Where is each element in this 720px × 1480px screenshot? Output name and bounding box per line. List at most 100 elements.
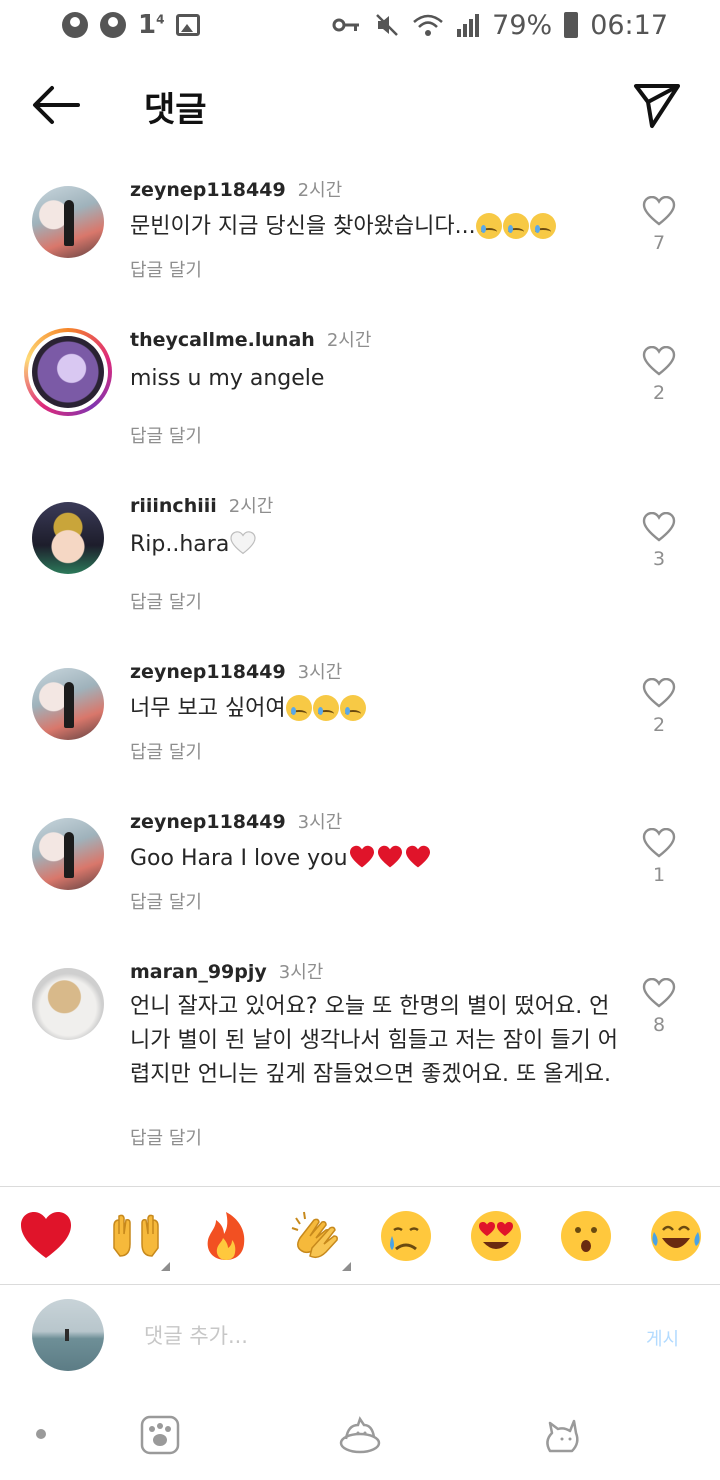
comment-text: 문빈이가 지금 당신을 찾아왔습니다... xyxy=(130,210,630,244)
mute-icon xyxy=(376,14,399,36)
crying-face-icon xyxy=(475,213,502,239)
avatar-story-ring[interactable] xyxy=(24,328,112,416)
comment-meta: zeynep118449 3시간 xyxy=(130,808,342,834)
emoji-reaction-bar xyxy=(0,1188,720,1284)
comment-text: 언니 잘자고 있어요? 오늘 또 한명의 별이 떴어요. 언니가 별이 된 날이… xyxy=(130,994,618,1087)
red-heart-icon xyxy=(405,845,430,868)
username[interactable]: zeynep118449 xyxy=(130,811,286,833)
heart-eyes-face-icon[interactable] xyxy=(468,1208,524,1264)
nav-dot[interactable] xyxy=(36,1429,46,1439)
like-area: 2 xyxy=(640,346,678,404)
comment-time: 2시간 xyxy=(326,330,372,351)
fire-icon[interactable] xyxy=(198,1208,254,1264)
comment-meta: riiinchiii 2시간 xyxy=(130,492,273,518)
system-nav-bar xyxy=(0,1395,720,1475)
avatar[interactable] xyxy=(32,818,104,890)
current-user-avatar xyxy=(32,1299,104,1371)
battery-icon xyxy=(564,12,579,38)
heart-icon[interactable] xyxy=(642,978,676,1008)
like-area: 7 xyxy=(640,196,678,254)
divider xyxy=(0,1186,720,1187)
username[interactable]: zeynep118449 xyxy=(130,179,286,201)
reply-button[interactable]: 답글 달기 xyxy=(130,588,202,614)
reply-button[interactable]: 답글 달기 xyxy=(130,256,202,282)
paw-icon[interactable] xyxy=(138,1413,182,1457)
comment-time: 3시간 xyxy=(278,962,324,983)
heart-icon[interactable] xyxy=(642,828,676,858)
comment-text: Rip..hara xyxy=(130,528,630,562)
comment-time: 2시간 xyxy=(297,180,343,201)
wifi-icon xyxy=(413,14,443,36)
gallery-icon xyxy=(176,14,201,36)
cat-icon[interactable] xyxy=(540,1413,584,1457)
red-heart-icon[interactable] xyxy=(18,1208,74,1264)
notification-count: 14 xyxy=(138,10,165,40)
reply-button[interactable]: 답글 달기 xyxy=(130,422,202,448)
battery-percent: 79% xyxy=(492,9,553,41)
surprised-face-icon[interactable] xyxy=(558,1208,614,1264)
send-icon[interactable] xyxy=(632,80,682,130)
status-bar: 14 79% 06:17 xyxy=(0,0,720,50)
heart-icon[interactable] xyxy=(642,196,676,226)
like-area: 8 xyxy=(640,978,678,1036)
reply-button[interactable]: 답글 달기 xyxy=(130,1124,202,1150)
signal-icon xyxy=(457,14,480,37)
username[interactable]: zeynep118449 xyxy=(130,661,286,683)
account-icon xyxy=(62,12,88,38)
crying-face-icon xyxy=(312,695,339,721)
comment-input-row: 게시 xyxy=(0,1285,720,1385)
avatar[interactable] xyxy=(32,186,104,258)
like-count: 2 xyxy=(652,382,666,404)
crying-face-icon[interactable] xyxy=(378,1208,434,1264)
like-count: 2 xyxy=(652,714,666,736)
avatar[interactable] xyxy=(32,968,104,1040)
comment-meta: maran_99pjy 3시간 xyxy=(130,958,323,984)
comment-input[interactable] xyxy=(144,1319,584,1353)
avatar xyxy=(32,336,104,408)
username[interactable]: maran_99pjy xyxy=(130,961,267,983)
status-right: 79% 06:17 xyxy=(332,10,668,41)
comment-text: miss u my angele xyxy=(130,366,325,391)
crying-face-icon xyxy=(502,213,529,239)
reply-button[interactable]: 답글 달기 xyxy=(130,888,202,914)
status-left: 14 xyxy=(62,10,201,40)
avatar[interactable] xyxy=(32,502,104,574)
clock: 06:17 xyxy=(590,9,668,41)
comment-meta: zeynep118449 3시간 xyxy=(130,658,342,684)
like-area: 2 xyxy=(640,678,678,736)
tears-of-joy-face-icon[interactable] xyxy=(648,1208,704,1264)
crying-face-icon xyxy=(285,695,312,721)
red-heart-icon xyxy=(377,845,402,868)
comment-text: Goo Hara I love you xyxy=(130,842,630,876)
comment-time: 3시간 xyxy=(297,812,343,833)
page-title: 댓글 xyxy=(144,90,207,130)
reply-button[interactable]: 답글 달기 xyxy=(130,738,202,764)
heart-icon[interactable] xyxy=(642,678,676,708)
header: 댓글 xyxy=(0,60,720,150)
red-heart-icon xyxy=(349,845,374,868)
cat-bed-icon[interactable] xyxy=(338,1413,382,1457)
raising-hands-icon[interactable] xyxy=(108,1208,164,1264)
heart-icon[interactable] xyxy=(642,512,676,542)
key-icon xyxy=(332,18,360,32)
username[interactable]: theycallme.lunah xyxy=(130,329,315,351)
like-count: 7 xyxy=(652,232,666,254)
comment-time: 3시간 xyxy=(297,662,343,683)
heart-icon[interactable] xyxy=(642,346,676,376)
variant-indicator xyxy=(161,1262,170,1271)
like-count: 3 xyxy=(652,548,666,570)
like-area: 3 xyxy=(640,512,678,570)
avatar[interactable] xyxy=(32,668,104,740)
like-count: 1 xyxy=(652,864,666,886)
username[interactable]: riiinchiii xyxy=(130,495,217,517)
like-count: 8 xyxy=(652,1014,666,1036)
post-button[interactable]: 게시 xyxy=(646,1325,679,1351)
comment-text: 너무 보고 싶어여 xyxy=(130,692,630,726)
crying-face-icon xyxy=(529,213,556,239)
like-area: 1 xyxy=(640,828,678,886)
account-icon xyxy=(100,12,126,38)
clapping-hands-icon[interactable] xyxy=(290,1208,346,1264)
variant-indicator xyxy=(342,1262,351,1271)
back-arrow-icon[interactable] xyxy=(30,82,82,128)
comment-meta: zeynep118449 2시간 xyxy=(130,176,342,202)
